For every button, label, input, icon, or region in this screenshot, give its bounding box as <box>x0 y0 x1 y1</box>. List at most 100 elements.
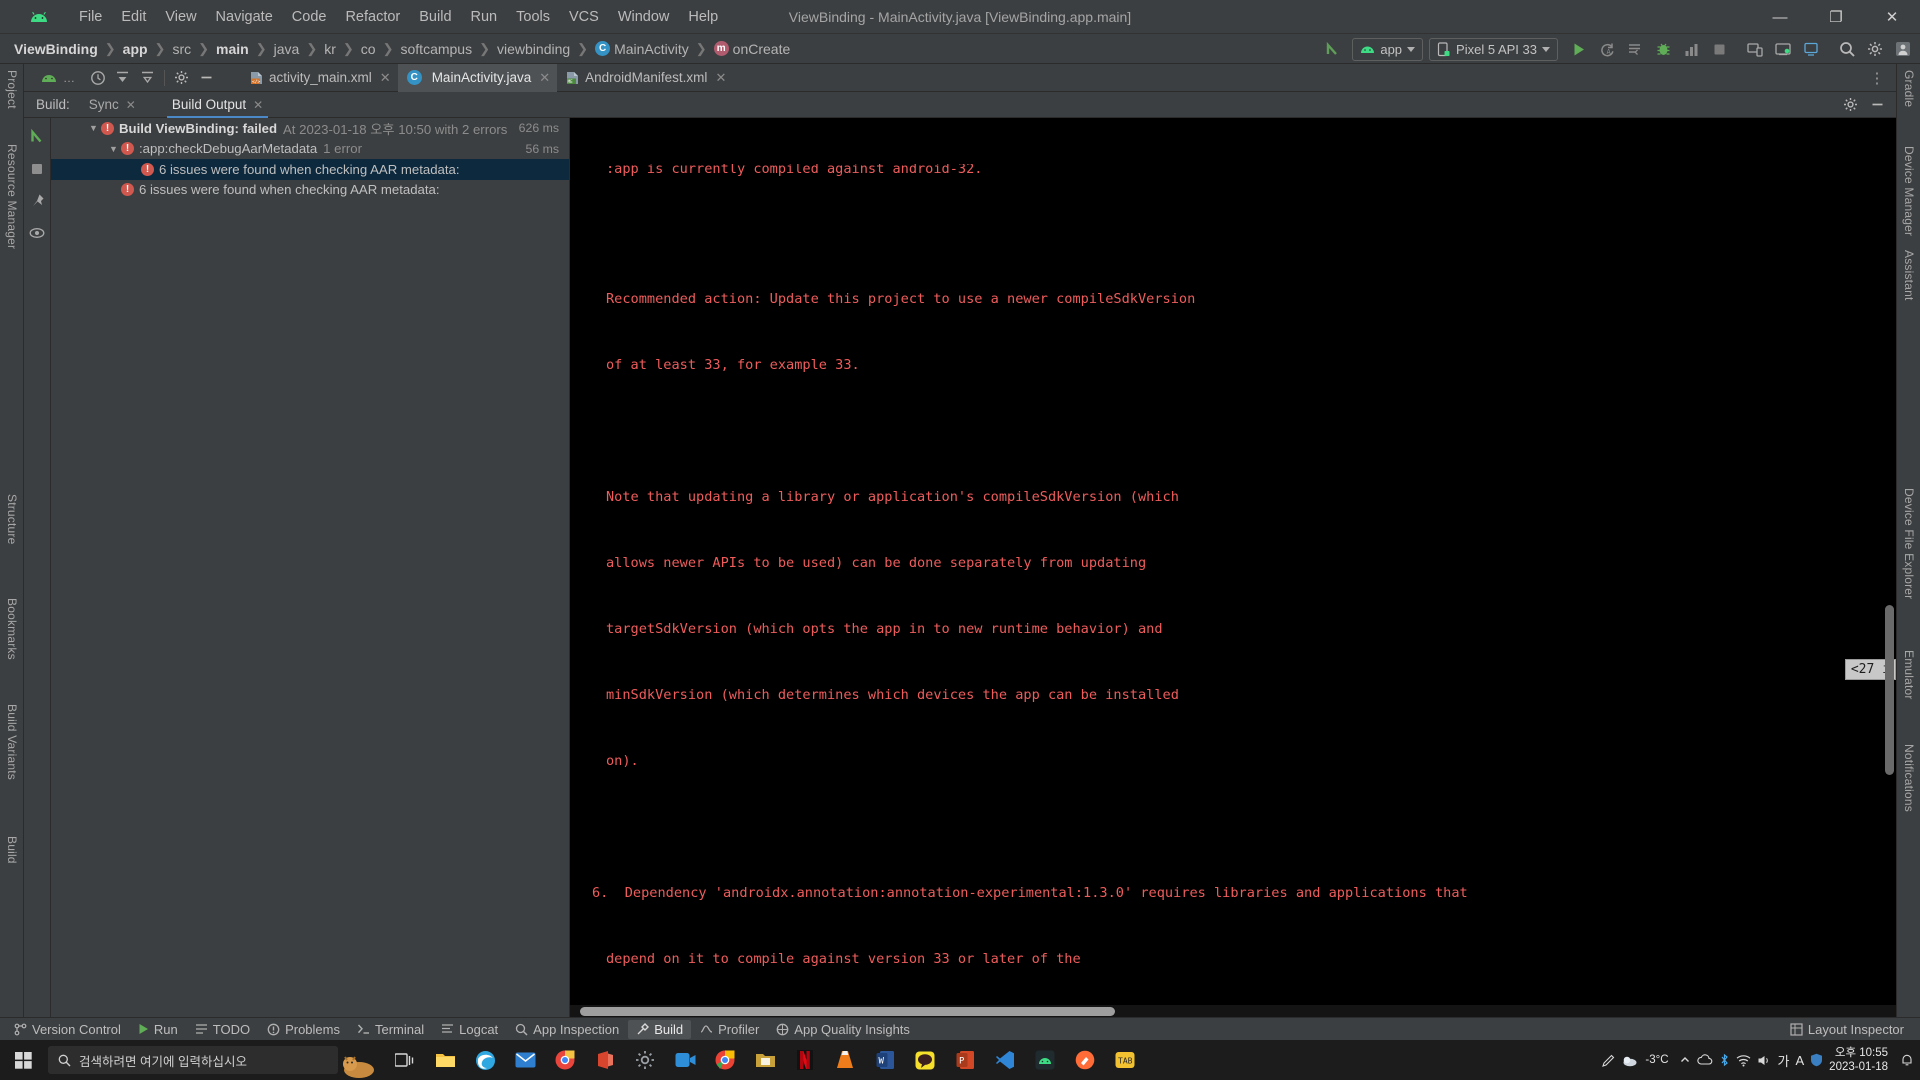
rail-item-build-variants[interactable]: Build Variants <box>5 704 19 780</box>
network-icon[interactable] <box>1736 1054 1751 1067</box>
avd-manager-icon[interactable] <box>1798 36 1824 62</box>
rail-item-assistant[interactable]: Assistant <box>1902 250 1916 301</box>
window-controls[interactable]: — ❐ ✕ <box>1752 0 1920 34</box>
console-vertical-scrollbar[interactable] <box>1885 605 1894 775</box>
postman-icon[interactable] <box>1066 1040 1104 1080</box>
folder-icon[interactable] <box>746 1040 784 1080</box>
rail-item-notifications[interactable]: Notifications <box>1902 744 1916 812</box>
stop-button[interactable] <box>1706 36 1732 62</box>
task-view-icon[interactable] <box>386 1040 424 1080</box>
bottom-item-app-quality-insights[interactable]: App Quality Insights <box>768 1020 918 1039</box>
device-manager-icon[interactable] <box>1742 36 1768 62</box>
volume-icon[interactable] <box>1757 1054 1772 1067</box>
editor-tab-androidmanifest-xml[interactable]: ME AndroidManifest.xml ✕ <box>557 64 733 92</box>
editor-tab-mainactivity-java[interactable]: C MainActivity.java ✕ <box>397 63 558 92</box>
close-icon[interactable]: ✕ <box>380 70 391 86</box>
chevron-up-icon[interactable] <box>1675 1054 1691 1066</box>
taskbar-clock[interactable]: 오후 10:55 2023-01-18 <box>1829 1046 1894 1074</box>
debug-button[interactable] <box>1650 36 1676 62</box>
chrome2-icon[interactable] <box>706 1040 744 1080</box>
breadcrumb-item-viewbinding[interactable]: ViewBinding <box>8 40 104 58</box>
bottom-item-logcat[interactable]: Logcat <box>433 1020 506 1039</box>
minimize-button[interactable]: — <box>1752 0 1808 34</box>
menu-tools[interactable]: Tools <box>507 6 559 28</box>
stop-build-icon[interactable] <box>27 158 48 179</box>
rerun-build-icon[interactable] <box>27 126 48 147</box>
netflix-icon[interactable] <box>786 1040 824 1080</box>
breadcrumb-item-oncreate[interactable]: m onCreate <box>708 40 797 58</box>
menu-vcs[interactable]: VCS <box>560 6 608 28</box>
powerpoint-icon[interactable]: P <box>946 1040 984 1080</box>
menu-window[interactable]: Window <box>609 6 679 28</box>
close-icon[interactable]: ✕ <box>715 70 726 86</box>
vlc-icon[interactable] <box>826 1040 864 1080</box>
hide-icon[interactable] <box>194 65 219 91</box>
windows-start-icon[interactable] <box>0 1040 46 1080</box>
breadcrumb-item-mainactivity[interactable]: C MainActivity <box>589 40 695 58</box>
build-settings-gear-icon[interactable] <box>1838 92 1863 118</box>
maximize-button[interactable]: ❐ <box>1808 0 1864 34</box>
android-view-icon[interactable] <box>36 65 61 91</box>
toggle-view-icon[interactable] <box>27 222 48 243</box>
bottom-item-run[interactable]: Run <box>130 1020 186 1039</box>
tree-row-app-checkdebugaarmetadata[interactable]: ▼ ! :app:checkDebugAarMetadata 1 error 5… <box>51 139 569 160</box>
close-icon[interactable]: ✕ <box>126 98 136 112</box>
edge-icon[interactable] <box>466 1040 504 1080</box>
menu-build[interactable]: Build <box>410 6 460 28</box>
console-horizontal-scrollbar-thumb[interactable] <box>580 1007 1115 1016</box>
make-project-icon[interactable] <box>1320 36 1346 62</box>
bottom-item-build[interactable]: Build <box>628 1019 692 1039</box>
mail-icon[interactable] <box>506 1040 544 1080</box>
editor-tab-activity-main-xml[interactable]: </> activity_main.xml ✕ <box>241 64 398 92</box>
word-icon[interactable]: W <box>866 1040 904 1080</box>
settings-gear-icon[interactable] <box>169 65 194 91</box>
menu-file[interactable]: File <box>70 6 111 28</box>
kakao-icon[interactable] <box>906 1040 944 1080</box>
androidstudio-icon[interactable] <box>1026 1040 1064 1080</box>
menu-bar[interactable]: File Edit View Navigate Code Refactor Bu… <box>70 6 727 28</box>
breadcrumb-item-kr[interactable]: kr <box>318 40 342 58</box>
close-icon[interactable]: ✕ <box>253 98 263 112</box>
search-icon[interactable] <box>1834 36 1860 62</box>
breadcrumb[interactable]: ViewBinding ❯ app ❯ src ❯ main ❯ java ❯ … <box>8 40 796 58</box>
rail-item-bookmarks[interactable]: Bookmarks <box>5 598 19 660</box>
chrome-icon[interactable] <box>546 1040 584 1080</box>
breadcrumb-item-app[interactable]: app <box>117 40 154 58</box>
taskbar-search-input[interactable]: 검색하려면 여기에 입력하십시오 <box>48 1046 338 1074</box>
rail-item-build[interactable]: Build <box>5 836 19 864</box>
keyboard-ko-icon[interactable]: 가 <box>1778 1051 1790 1070</box>
bottom-item-terminal[interactable]: Terminal <box>349 1020 432 1039</box>
tab-overflow-icon[interactable]: ⋮ <box>1865 65 1890 91</box>
menu-navigate[interactable]: Navigate <box>207 6 282 28</box>
rail-item-gradle[interactable]: Gradle <box>1902 70 1916 107</box>
breadcrumb-item-co[interactable]: co <box>355 40 382 58</box>
chevron-down-icon[interactable]: ▼ <box>87 123 100 133</box>
chevron-down-icon[interactable]: ▼ <box>107 144 120 154</box>
avatar[interactable] <box>1890 36 1916 62</box>
vscode-icon[interactable] <box>986 1040 1024 1080</box>
menu-code[interactable]: Code <box>283 6 336 28</box>
notification-icon[interactable] <box>1900 1053 1914 1067</box>
build-console[interactable]: :app is currently compiled against andro… <box>570 118 1896 1018</box>
tree-row-aar-metadata-issues-selected[interactable]: ! 6 issues were found when checking AAR … <box>51 159 569 180</box>
collapse-all-icon[interactable] <box>110 65 135 91</box>
back-icon[interactable] <box>85 65 110 91</box>
run-button[interactable] <box>1566 36 1592 62</box>
tree-row-build-viewbinding[interactable]: ▼ ! Build ViewBinding: failed At 2023-01… <box>51 118 569 139</box>
breadcrumb-item-softcampus[interactable]: softcampus <box>395 40 479 58</box>
video-icon[interactable] <box>666 1040 704 1080</box>
file-explorer-icon[interactable] <box>426 1040 464 1080</box>
office-icon[interactable] <box>586 1040 624 1080</box>
more-icon[interactable]: … <box>61 65 77 91</box>
bottom-item-layout-inspector[interactable]: Layout Inspector <box>1782 1020 1912 1039</box>
rail-item-resource-manager[interactable]: Resource Manager <box>5 144 19 249</box>
bottom-item-problems[interactable]: Problems <box>259 1020 348 1039</box>
module-selector[interactable]: app <box>1352 37 1424 61</box>
bottom-item-version-control[interactable]: Version Control <box>6 1020 129 1039</box>
sdk-manager-icon[interactable] <box>1770 36 1796 62</box>
rail-item-emulator[interactable]: Emulator <box>1902 650 1916 700</box>
menu-help[interactable]: Help <box>679 6 727 28</box>
breadcrumb-item-main[interactable]: main <box>210 40 255 58</box>
profile-button[interactable] <box>1678 36 1704 62</box>
apply-code-changes-icon[interactable] <box>1622 36 1648 62</box>
